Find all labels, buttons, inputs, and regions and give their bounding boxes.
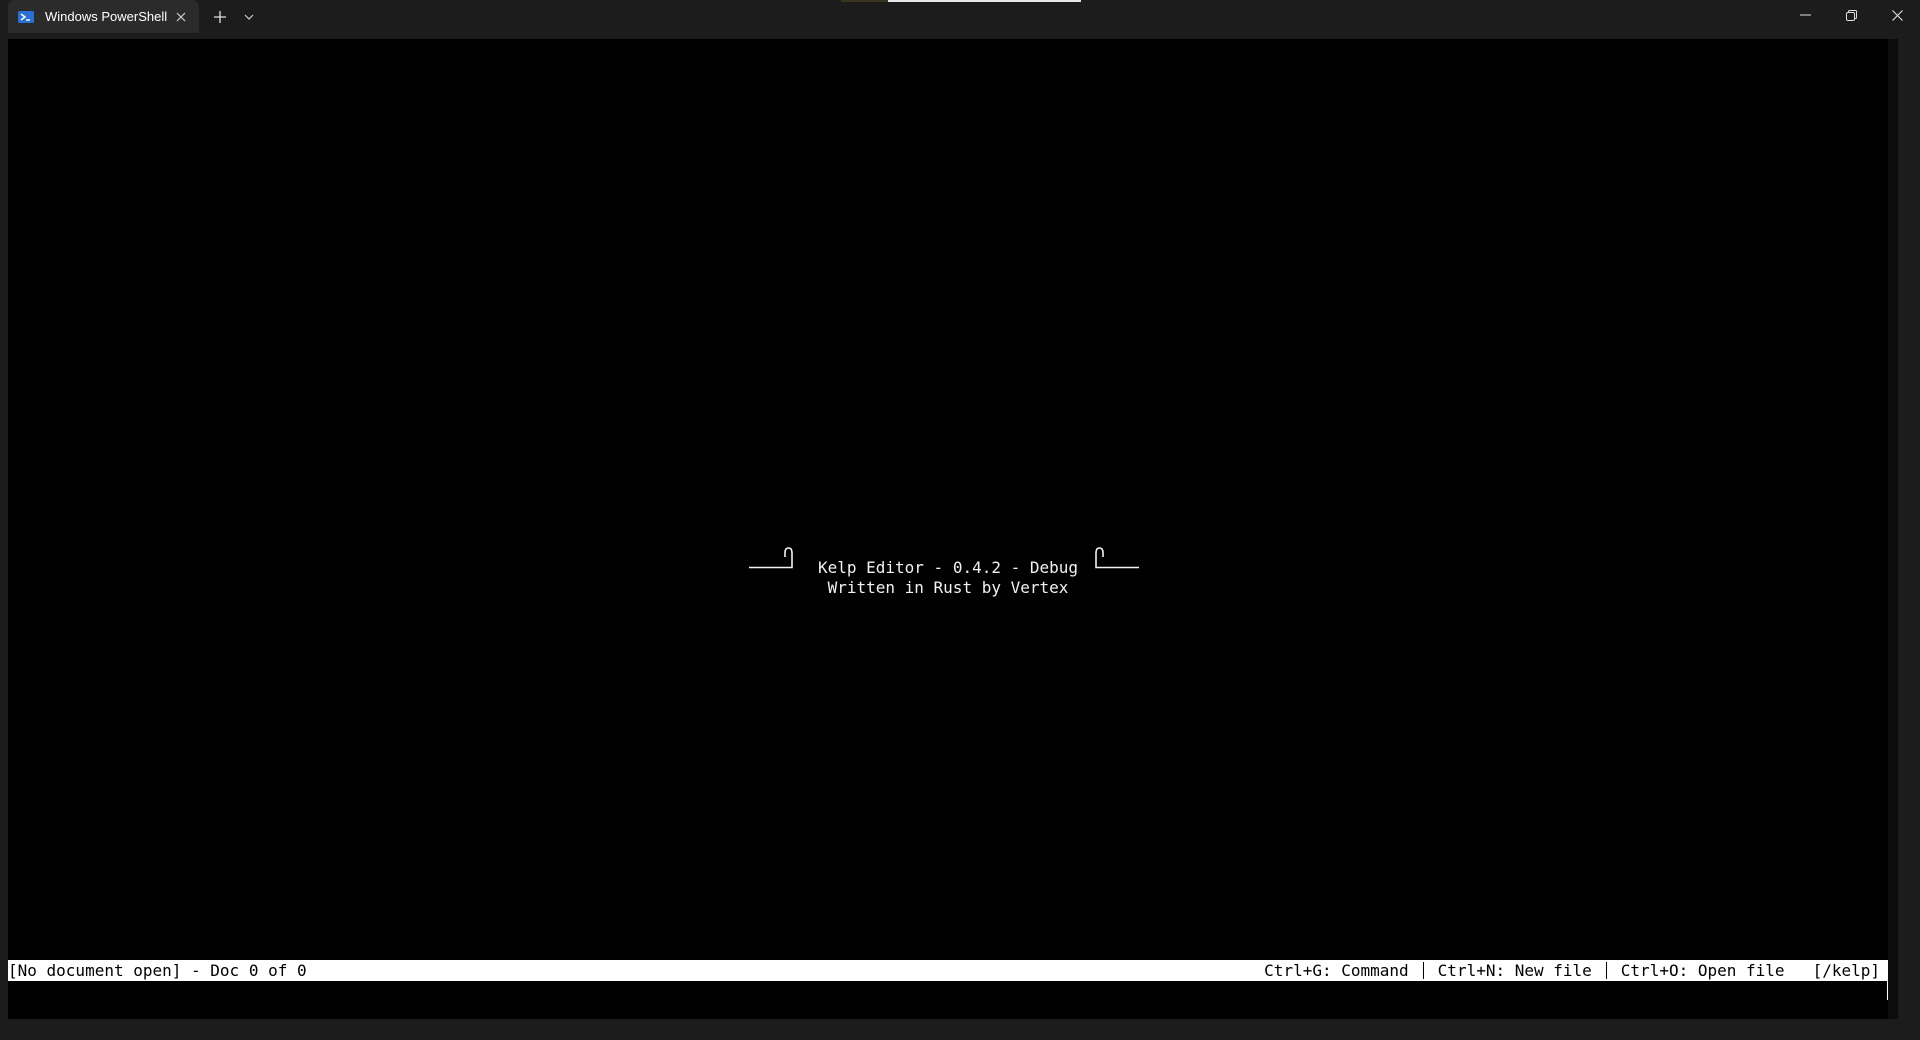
- restore-button[interactable]: [1828, 0, 1874, 30]
- splash-screen: Kelp Editor - 0.4.2 - Debug Written in R…: [8, 558, 1888, 598]
- right-bracket-ornament: [1095, 547, 1139, 569]
- title-bar: Windows PowerShell: [0, 0, 1920, 33]
- chevron-down-icon: [244, 14, 254, 20]
- drag-region-indicator-left: [841, 0, 888, 2]
- restore-icon: [1845, 9, 1857, 21]
- tab-dropdown-button[interactable]: [240, 5, 258, 29]
- plus-icon: [214, 11, 226, 23]
- tab-windows-powershell[interactable]: Windows PowerShell: [8, 0, 199, 33]
- splash-title: Kelp Editor - 0.4.2 - Debug: [817, 558, 1079, 577]
- new-tab-button[interactable]: [208, 5, 232, 29]
- close-window-button[interactable]: [1874, 0, 1920, 30]
- splash-subtitle: Written in Rust by Vertex: [827, 578, 1069, 597]
- tab-label: Windows PowerShell: [45, 9, 168, 24]
- terminal-pane[interactable]: Kelp Editor - 0.4.2 - Debug Written in R…: [8, 39, 1896, 1019]
- document-status: [No document open] - Doc 0 of 0: [8, 960, 307, 980]
- close-icon: [1891, 9, 1903, 21]
- status-divider: [1605, 962, 1607, 979]
- powershell-icon: [18, 10, 34, 23]
- shortcut-new-file: Ctrl+N: New file: [1437, 960, 1592, 980]
- status-divider: [1422, 962, 1424, 979]
- left-bracket-ornament: [749, 547, 793, 569]
- status-shortcuts: Ctrl+G: Command Ctrl+N: New file Ctrl+O:…: [1264, 961, 1888, 981]
- status-bar: [No document open] - Doc 0 of 0 Ctrl+G: …: [8, 960, 1888, 981]
- minimize-icon: [1799, 14, 1811, 16]
- tab-close-icon[interactable]: [172, 8, 189, 25]
- scrollbar[interactable]: [1888, 39, 1898, 1019]
- shortcut-open-file: Ctrl+O: Open file: [1620, 960, 1785, 980]
- shortcut-command: Ctrl+G: Command: [1264, 960, 1409, 980]
- minimize-button[interactable]: [1782, 0, 1828, 30]
- current-path: [/kelp]: [1812, 960, 1880, 980]
